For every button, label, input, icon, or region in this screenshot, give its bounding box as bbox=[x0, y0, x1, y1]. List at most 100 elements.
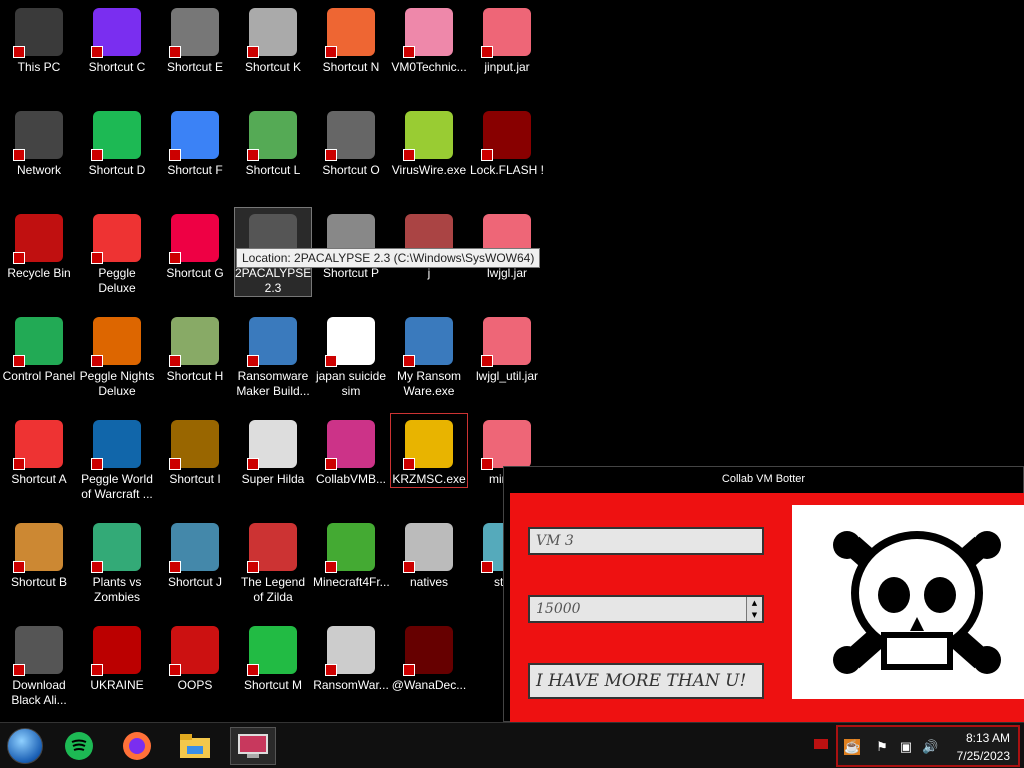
desktop-icon[interactable]: Super Hilda bbox=[235, 414, 311, 487]
window-title: Collab VM Botter bbox=[504, 467, 1023, 491]
desktop-icon[interactable]: KRZMSC.exe bbox=[390, 413, 468, 488]
desktop-icon[interactable]: Shortcut C bbox=[79, 2, 155, 75]
desktop-icon[interactable]: Shortcut O bbox=[313, 105, 389, 178]
desktop-icon-image bbox=[325, 523, 375, 573]
spotify-icon[interactable] bbox=[56, 727, 102, 765]
network-icon[interactable]: ▣ bbox=[898, 739, 914, 755]
desktop-icon[interactable]: Peggle Nights Deluxe bbox=[79, 311, 155, 399]
desktop-icon[interactable]: lwjgl.jar bbox=[469, 208, 545, 281]
desktop-icon[interactable]: OOPS bbox=[157, 620, 233, 693]
desktop-icon[interactable]: VM0Technic... bbox=[391, 2, 467, 75]
flag-icon[interactable]: ⚑ bbox=[874, 739, 890, 755]
desktop-icon-image bbox=[91, 626, 141, 676]
desktop-icon[interactable]: Shortcut I bbox=[157, 414, 233, 487]
desktop-icon[interactable]: CollabVMB... bbox=[313, 414, 389, 487]
collabvm-app-icon[interactable] bbox=[230, 727, 276, 765]
desktop-icon[interactable]: Download Black Ali... bbox=[1, 620, 77, 708]
desktop-icon[interactable]: Shortcut B bbox=[1, 517, 77, 590]
desktop-icon[interactable]: Shortcut L bbox=[235, 105, 311, 178]
desktop-icon-label: The Legend of Zilda bbox=[240, 575, 306, 604]
desktop-icon-image bbox=[247, 8, 297, 58]
desktop-icon-label: Peggle Deluxe bbox=[98, 266, 136, 295]
desktop-icon-image bbox=[325, 420, 375, 470]
desktop-icon-image bbox=[91, 317, 141, 367]
taskbar: ☕ ⚑ ▣ 🔊 8:13 AM 7/25/2023 bbox=[0, 722, 1024, 768]
desktop-icon[interactable]: Shortcut J bbox=[157, 517, 233, 590]
desktop-icon-label: lwjgl_util.jar bbox=[475, 369, 539, 383]
desktop-icon[interactable]: Shortcut A bbox=[1, 414, 77, 487]
red-tray-icon[interactable] bbox=[814, 739, 828, 749]
desktop-icon[interactable]: Peggle Deluxe bbox=[79, 208, 155, 296]
desktop-icon[interactable]: My Ransom Ware.exe bbox=[391, 311, 467, 399]
desktop-icon[interactable]: Shortcut K bbox=[235, 2, 311, 75]
desktop-icon[interactable]: Shortcut M bbox=[235, 620, 311, 693]
desktop-icon-image bbox=[13, 420, 63, 470]
message-input[interactable]: I HAVE MORE THAN U! bbox=[528, 663, 764, 699]
desktop-icon-label: VM0Technic... bbox=[391, 60, 467, 74]
desktop-icon-label: Shortcut D bbox=[88, 163, 146, 177]
desktop-icon[interactable]: UKRAINE bbox=[79, 620, 155, 693]
desktop-icon[interactable]: Shortcut D bbox=[79, 105, 155, 178]
volume-icon[interactable]: 🔊 bbox=[922, 739, 938, 755]
desktop-icon-label: VirusWire.exe bbox=[391, 163, 467, 177]
desktop-icon[interactable]: Minecraft4Fr... bbox=[313, 517, 390, 590]
file-explorer-icon[interactable] bbox=[172, 727, 218, 765]
desktop-icon[interactable]: Network bbox=[1, 105, 77, 178]
desktop-icon[interactable]: @WanaDec... bbox=[391, 620, 467, 693]
desktop-icon-image bbox=[91, 420, 141, 470]
desktop-icon-label: Shortcut H bbox=[166, 369, 224, 383]
number-value: 15000 bbox=[536, 601, 581, 617]
desktop-icon-label: Download Black Ali... bbox=[11, 678, 67, 707]
desktop-icon[interactable]: Shortcut F bbox=[157, 105, 233, 178]
desktop-icon-image bbox=[325, 626, 375, 676]
desktop-icon[interactable]: RansomWar... bbox=[313, 620, 389, 693]
desktop-icon-label: jinput.jar bbox=[484, 60, 530, 74]
java-tray-icon[interactable]: ☕ bbox=[844, 739, 860, 755]
desktop-icon-image bbox=[247, 626, 297, 676]
desktop-icon[interactable]: Shortcut H bbox=[157, 311, 233, 384]
desktop-icon[interactable]: japan suicide sim bbox=[313, 311, 389, 399]
collab-vm-botter-window[interactable]: Collab VM Botter VM 3 15000 ▲ ▼ I HAVE MO… bbox=[503, 466, 1024, 723]
desktop-icon[interactable]: Control Panel bbox=[1, 311, 77, 384]
desktop-icon[interactable]: jinput.jar bbox=[469, 2, 545, 75]
desktop-icon[interactable]: Peggle World of Warcraft ... bbox=[79, 414, 155, 502]
clock-time[interactable]: 8:13 AM bbox=[966, 731, 1010, 745]
desktop-icon[interactable]: natives bbox=[391, 517, 467, 590]
desktop-icon[interactable]: Lock.FLASH ! bbox=[469, 105, 545, 178]
desktop-icon-image bbox=[481, 8, 531, 58]
desktop-icon-image bbox=[325, 317, 375, 367]
clock-date[interactable]: 7/25/2023 bbox=[957, 749, 1010, 763]
system-tray: ☕ ⚑ ▣ 🔊 8:13 AM 7/25/2023 bbox=[836, 725, 1020, 767]
desktop-icon-label: natives bbox=[409, 575, 449, 589]
app-body: VM 3 15000 ▲ ▼ I HAVE MORE THAN U! bbox=[510, 493, 1024, 723]
desktop-icon[interactable]: Recycle Bin bbox=[1, 208, 77, 281]
desktop-icon-image bbox=[403, 420, 453, 470]
desktop-icon-image bbox=[403, 317, 453, 367]
desktop-icon[interactable]: VirusWire.exe bbox=[391, 105, 467, 178]
desktop-icon-label: japan suicide sim bbox=[315, 369, 387, 398]
desktop-icon[interactable]: Shortcut N bbox=[313, 2, 389, 75]
vm-input[interactable]: VM 3 bbox=[528, 527, 764, 555]
desktop-icon[interactable]: Shortcut E bbox=[157, 2, 233, 75]
desktop-icon[interactable]: Ransomware Maker Build... bbox=[235, 311, 311, 399]
desktop-icon-image bbox=[403, 626, 453, 676]
firefox-icon[interactable] bbox=[114, 727, 160, 765]
desktop-icon-label: Lock.FLASH ! bbox=[469, 163, 545, 177]
desktop-icon[interactable]: Plants vs Zombies bbox=[79, 517, 155, 605]
desktop-icon-image bbox=[13, 111, 63, 161]
desktop-icon[interactable]: Shortcut G bbox=[157, 208, 233, 281]
desktop-icon-label: Super Hilda bbox=[241, 472, 305, 486]
desktop-icon-image bbox=[91, 214, 141, 264]
desktop-icon[interactable]: Shortcut P bbox=[313, 208, 389, 281]
desktop-icon-image bbox=[91, 8, 141, 58]
desktop-icon-label: CollabVMB... bbox=[315, 472, 387, 486]
desktop-icon[interactable]: The Legend of Zilda bbox=[235, 517, 311, 605]
start-button[interactable] bbox=[2, 727, 48, 765]
desktop-icon-image bbox=[169, 317, 219, 367]
number-stepper[interactable]: 15000 ▲ ▼ bbox=[528, 595, 764, 623]
desktop-icon[interactable]: lwjgl_util.jar bbox=[469, 311, 545, 384]
spinner-arrows[interactable]: ▲ ▼ bbox=[746, 597, 762, 621]
desktop-icon[interactable]: j bbox=[391, 208, 467, 281]
desktop-icon[interactable]: This PC bbox=[1, 2, 77, 75]
desktop-icon-label: Shortcut E bbox=[166, 60, 224, 74]
